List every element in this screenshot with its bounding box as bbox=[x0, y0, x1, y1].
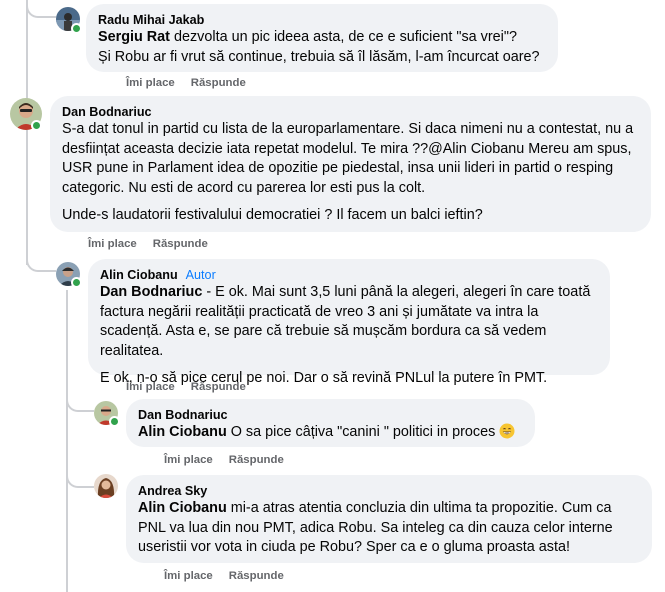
comment-bubble: Dan Bodnariuc S-a dat tonul in partid cu… bbox=[50, 96, 651, 232]
comment-actions: Îmi place Răspunde bbox=[126, 380, 246, 394]
mention-link[interactable]: Alin Ciobanu bbox=[138, 500, 227, 516]
like-button[interactable]: Îmi place bbox=[126, 380, 175, 394]
comment-text: Sergiu Rat dezvolta un pic ideea asta, d… bbox=[98, 29, 540, 65]
comment-actions: Îmi place Răspunde bbox=[164, 453, 284, 467]
online-status-icon bbox=[71, 23, 82, 34]
like-button[interactable]: Îmi place bbox=[88, 237, 137, 251]
thread-connector bbox=[26, 245, 56, 272]
thread-line bbox=[66, 290, 68, 592]
avatar[interactable] bbox=[94, 474, 118, 498]
thread-line bbox=[26, 0, 28, 265]
comment-actions: Îmi place Răspunde bbox=[88, 237, 208, 251]
comment-bubble: Dan Bodnariuc Alin Ciobanu O sa pice câț… bbox=[126, 399, 535, 447]
reply-button[interactable]: Răspunde bbox=[191, 76, 246, 90]
comment-bubble: Radu Mihai Jakab Sergiu Rat dezvolta un … bbox=[86, 4, 558, 72]
online-status-icon bbox=[109, 416, 120, 427]
thread-connector bbox=[26, 0, 56, 18]
mention-link[interactable]: Dan Bodnariuc bbox=[100, 284, 202, 300]
comment-text: Alin Ciobanu O sa pice câțiva "canini " … bbox=[138, 423, 523, 443]
comment-author[interactable]: Radu Mihai Jakab bbox=[98, 12, 546, 28]
comment-text: Dan Bodnariuc - E ok. Mai sunt 3,5 luni … bbox=[100, 284, 591, 386]
grinning-face-emoji bbox=[499, 423, 515, 439]
mention-link[interactable]: Sergiu Rat bbox=[98, 29, 170, 45]
online-status-icon bbox=[31, 120, 42, 131]
reply-button[interactable]: Răspunde bbox=[229, 569, 284, 583]
mention-link[interactable]: Alin Ciobanu bbox=[138, 424, 227, 440]
comment-author[interactable]: Alin Ciobanu bbox=[100, 267, 178, 283]
reply-button[interactable]: Răspunde bbox=[191, 380, 246, 394]
like-button[interactable]: Îmi place bbox=[164, 453, 213, 467]
profile-photo-icon bbox=[94, 474, 118, 498]
comment-actions: Îmi place Răspunde bbox=[126, 76, 246, 90]
online-status-icon bbox=[71, 277, 82, 288]
like-button[interactable]: Îmi place bbox=[126, 76, 175, 90]
comment-bubble: Alin Ciobanu Autor Dan Bodnariuc - E ok.… bbox=[88, 259, 610, 386]
comment-text: S-a dat tonul in partid cu lista de la e… bbox=[62, 121, 634, 223]
comment-bubble: Andrea Sky Alin Ciobanu mi-a atras atent… bbox=[126, 475, 652, 563]
reply-button[interactable]: Răspunde bbox=[153, 237, 208, 251]
comment-actions: Îmi place Răspunde bbox=[164, 569, 284, 583]
thread-connector bbox=[66, 468, 94, 488]
reply-button[interactable]: Răspunde bbox=[229, 453, 284, 467]
comment-author[interactable]: Dan Bodnariuc bbox=[138, 407, 523, 423]
comment-author[interactable]: Dan Bodnariuc bbox=[62, 104, 639, 120]
thread-connector bbox=[66, 392, 94, 412]
like-button[interactable]: Îmi place bbox=[164, 569, 213, 583]
author-badge: Autor bbox=[185, 268, 216, 282]
comment-text: Alin Ciobanu mi-a atras atentia concluzi… bbox=[138, 500, 613, 555]
comment-author[interactable]: Andrea Sky bbox=[138, 483, 640, 499]
